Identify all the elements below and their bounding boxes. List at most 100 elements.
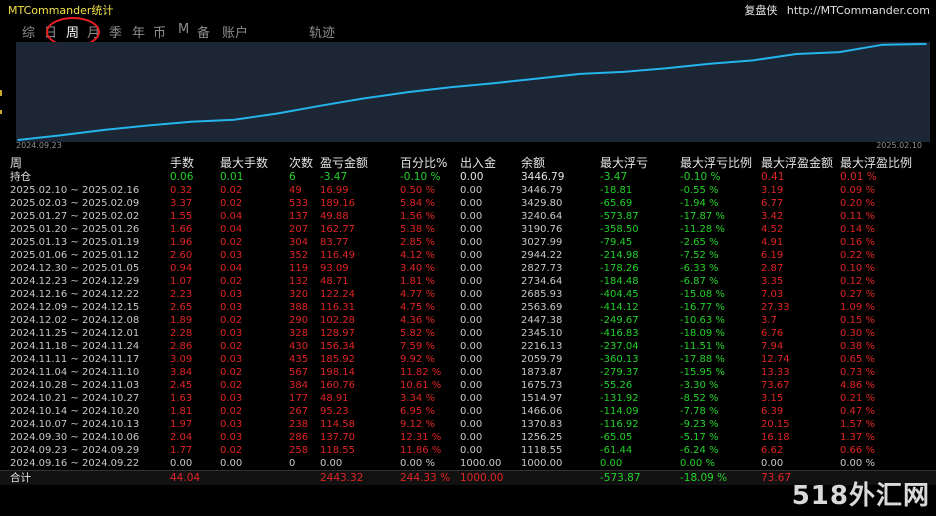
tab-6[interactable]: 币 bbox=[153, 22, 166, 41]
cell-col-6: 0.00 bbox=[460, 198, 483, 209]
cell-col-6: 0.00 bbox=[460, 250, 483, 261]
table-row[interactable]: 2024.12.30 ~ 2025.01.05 0.94 0.04 119 93.09 3… bbox=[0, 262, 936, 275]
cell-col-0: 2024.11.25 ~ 2024.12.01 bbox=[10, 328, 140, 339]
cell-col-0: 2024.11.04 ~ 2024.11.10 bbox=[10, 367, 140, 378]
cell-col-1: 1.89 bbox=[170, 315, 193, 326]
table-row[interactable]: 2024.11.18 ~ 2024.11.24 2.86 0.02 430 156.34… bbox=[0, 340, 936, 353]
cell-col-1: 0.94 bbox=[170, 263, 193, 274]
cell-col-4: 114.58 bbox=[320, 419, 355, 430]
cell-col-5: 10.61 % bbox=[400, 380, 442, 391]
brand[interactable]: 复盘侠 http://MTCommander.com bbox=[744, 2, 930, 18]
cell-col-6: 0.00 bbox=[460, 341, 483, 352]
cell-col-2: 0.03 bbox=[220, 289, 243, 300]
table-row[interactable]: 2024.10.14 ~ 2024.10.20 1.81 0.02 267 95.23 6… bbox=[0, 405, 936, 418]
table-row[interactable]: 2024.12.02 ~ 2024.12.08 1.89 0.02 290 102.28… bbox=[0, 314, 936, 327]
table-row[interactable]: 2025.01.20 ~ 2025.01.26 1.66 0.04 207 162.77… bbox=[0, 223, 936, 236]
cell-col-2: 0.03 bbox=[220, 250, 243, 261]
cell-col-1: 1.07 bbox=[170, 276, 193, 287]
cell-col-8: -214.98 bbox=[600, 250, 639, 261]
cell-col-1: 3.84 bbox=[170, 367, 193, 378]
cell-col-4: 93.09 bbox=[320, 263, 349, 274]
cell-col-7: 1370.83 bbox=[521, 419, 563, 430]
cell-col-3: 49 bbox=[289, 185, 302, 196]
cell-col-5: 11.82 % bbox=[400, 367, 442, 378]
cell-col-2: 0.02 bbox=[220, 445, 243, 456]
cell-col-4: 137.70 bbox=[320, 432, 355, 443]
cell-col-8: 最大浮亏 bbox=[600, 156, 649, 170]
cell-col-6: 0.00 bbox=[460, 237, 483, 248]
cell-col-5: 244.33 % bbox=[400, 472, 451, 484]
position-row[interactable]: 持仓 0.06 0.01 6 -3.47 -0.10 % 0.00 3446.79 -3.47 -… bbox=[0, 171, 936, 184]
brand-name: 复盘侠 bbox=[744, 4, 778, 17]
table-row[interactable]: 2024.11.11 ~ 2024.11.17 3.09 0.03 435 185.92… bbox=[0, 353, 936, 366]
cell-col-8: -178.26 bbox=[600, 263, 639, 274]
cell-col-10: 3.42 bbox=[761, 211, 784, 222]
cell-col-10: 3.19 bbox=[761, 185, 784, 196]
cell-col-0: 2025.01.20 ~ 2025.01.26 bbox=[10, 224, 140, 235]
table-row[interactable]: 2025.02.10 ~ 2025.02.16 0.32 0.02 49 16.99 0.… bbox=[0, 184, 936, 197]
cell-col-6: 0.00 bbox=[460, 185, 483, 196]
cell-col-0: 2025.02.10 ~ 2025.02.16 bbox=[10, 185, 140, 196]
cell-col-9: -3.30 % bbox=[680, 380, 719, 391]
table-row[interactable]: 2024.10.21 ~ 2024.10.27 1.63 0.03 177 48.91 3… bbox=[0, 392, 936, 405]
equity-point bbox=[665, 67, 668, 70]
table-row[interactable]: 2024.09.30 ~ 2024.10.06 2.04 0.03 286 137.70… bbox=[0, 431, 936, 444]
table-row[interactable]: 2025.01.27 ~ 2025.02.02 1.55 0.04 137 49.88 1… bbox=[0, 210, 936, 223]
table-row[interactable]: 2024.10.28 ~ 2024.11.03 2.45 0.02 384 160.76… bbox=[0, 379, 936, 392]
tab-8[interactable]: 备 bbox=[197, 22, 210, 41]
tab-9[interactable]: 账户 bbox=[222, 22, 248, 41]
cell-col-11: 0.16 % bbox=[840, 237, 875, 248]
cell-col-9: -9.23 % bbox=[680, 419, 719, 430]
cell-col-10: 12.74 bbox=[761, 354, 790, 365]
equity-point bbox=[709, 62, 711, 65]
cell-col-4: 160.76 bbox=[320, 380, 355, 391]
cell-col-4: 48.71 bbox=[320, 276, 349, 287]
tab-5[interactable]: 年 bbox=[132, 22, 145, 41]
tab-7[interactable]: M bbox=[178, 22, 189, 37]
cell-col-7: 1000.00 bbox=[521, 458, 563, 469]
cell-col-6: 0.00 bbox=[460, 367, 483, 378]
table-row[interactable]: 2024.11.04 ~ 2024.11.10 3.84 0.02 567 198.14… bbox=[0, 366, 936, 379]
cell-col-3: 132 bbox=[289, 276, 309, 287]
equity-point bbox=[406, 91, 408, 94]
table-row[interactable]: 2024.09.16 ~ 2024.09.22 0.00 0.00 0 0.00 0.00… bbox=[0, 457, 936, 470]
cell-col-4: 116.49 bbox=[320, 250, 355, 261]
table-row[interactable]: 2025.02.03 ~ 2025.02.09 3.37 0.02 533 189.16… bbox=[0, 197, 936, 210]
cell-col-9: -0.10 % bbox=[680, 171, 721, 183]
cell-col-4: -3.47 bbox=[320, 171, 348, 183]
table-header-row[interactable]: 周 手数 最大手数 次数 盈亏金额 百分比% 出入金 余额 最大浮亏 最大浮亏比例 最大浮盈金额 最大… bbox=[0, 156, 936, 171]
cell-col-3: 286 bbox=[289, 432, 309, 443]
tab-4[interactable]: 季 bbox=[109, 22, 122, 41]
table-row[interactable]: 2024.12.09 ~ 2024.12.15 2.65 0.03 388 116.31… bbox=[0, 301, 936, 314]
cell-col-4: 95.23 bbox=[320, 406, 349, 417]
cell-col-11: 0.21 % bbox=[840, 393, 875, 404]
cell-col-0: 2024.12.09 ~ 2024.12.15 bbox=[10, 302, 140, 313]
cell-col-0: 2025.01.27 ~ 2025.02.02 bbox=[10, 211, 140, 222]
cell-col-5: 3.40 % bbox=[400, 263, 435, 274]
cell-col-4: 0.00 bbox=[320, 458, 343, 469]
cell-col-9: -15.08 % bbox=[680, 289, 725, 300]
cell-col-11: 0.10 % bbox=[840, 263, 875, 274]
cell-col-1: 2.86 bbox=[170, 341, 193, 352]
brand-url-link[interactable]: http://MTCommander.com bbox=[787, 4, 930, 17]
cell-col-11: 0.14 % bbox=[840, 224, 875, 235]
cell-col-8: -116.92 bbox=[600, 419, 639, 430]
cell-col-5: 0.00 % bbox=[400, 458, 435, 469]
cell-col-2: 0.03 bbox=[220, 302, 243, 313]
cell-col-10: 0.41 bbox=[761, 171, 785, 183]
table-row[interactable]: 2025.01.06 ~ 2025.01.12 2.60 0.03 352 116.49… bbox=[0, 249, 936, 262]
table-row[interactable]: 2024.12.23 ~ 2024.12.29 1.07 0.02 132 48.71 1… bbox=[0, 275, 936, 288]
cell-col-10: 最大浮盈金额 bbox=[761, 156, 834, 170]
tab-10[interactable]: 轨迹 bbox=[309, 22, 335, 41]
table-row[interactable]: 2024.11.25 ~ 2024.12.01 2.28 0.03 328 128.97… bbox=[0, 327, 936, 340]
tab-0[interactable]: 综 bbox=[22, 22, 35, 41]
cell-col-1: 1.63 bbox=[170, 393, 193, 404]
table-row[interactable]: 2024.10.07 ~ 2024.10.13 1.97 0.03 238 114.58… bbox=[0, 418, 936, 431]
table-row[interactable]: 2024.12.16 ~ 2024.12.22 2.23 0.03 320 122.24… bbox=[0, 288, 936, 301]
table-row[interactable]: 2025.01.13 ~ 2025.01.19 1.96 0.02 304 83.77 2… bbox=[0, 236, 936, 249]
cell-col-0: 周 bbox=[10, 156, 23, 170]
cell-col-10: 6.62 bbox=[761, 445, 784, 456]
chart-start-date: 2024.09.23 bbox=[16, 141, 62, 150]
table-row[interactable]: 2024.09.23 ~ 2024.09.29 1.77 0.02 258 118.55… bbox=[0, 444, 936, 457]
cell-col-1: 1.97 bbox=[170, 419, 193, 430]
